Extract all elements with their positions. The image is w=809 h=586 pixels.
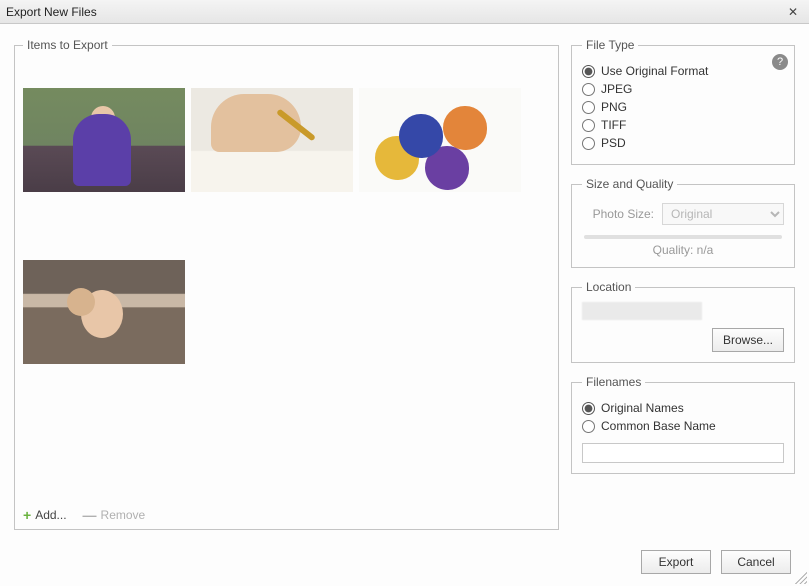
cancel-button[interactable]: Cancel — [721, 550, 791, 574]
quality-slider — [584, 235, 782, 239]
filenames-legend: Filenames — [582, 375, 645, 389]
items-actions: + Add... — Remove — [23, 501, 548, 523]
location-group: Location Browse... — [571, 280, 795, 363]
radio-label: JPEG — [601, 82, 632, 96]
radio-label: Original Names — [601, 401, 684, 415]
common-base-name-input[interactable] — [582, 443, 784, 463]
close-icon: ✕ — [788, 5, 798, 19]
filenames-group: Filenames Original Names Common Base Nam… — [571, 375, 795, 474]
export-thumbnail[interactable] — [191, 88, 353, 192]
radio-input[interactable] — [582, 137, 595, 150]
file-type-option-original[interactable]: Use Original Format — [582, 64, 784, 78]
export-thumbnail[interactable] — [359, 88, 521, 192]
radio-label: PNG — [601, 100, 627, 114]
radio-label: Common Base Name — [601, 419, 716, 433]
help-icon[interactable]: ? — [772, 54, 788, 70]
location-path — [582, 302, 702, 320]
remove-label: Remove — [101, 508, 146, 522]
titlebar: Export New Files ✕ — [0, 0, 809, 24]
export-thumbnail[interactable] — [23, 88, 185, 192]
radio-input[interactable] — [582, 101, 595, 114]
plus-icon: + — [23, 507, 31, 523]
file-type-group: File Type ? Use Original Format JPEG PNG… — [571, 38, 795, 165]
radio-input[interactable] — [582, 119, 595, 132]
close-button[interactable]: ✕ — [783, 3, 803, 21]
size-and-quality-group: Size and Quality Photo Size: Original Qu… — [571, 177, 795, 268]
add-label: Add... — [35, 508, 66, 522]
radio-input[interactable] — [582, 65, 595, 78]
quality-label: Quality: n/a — [582, 243, 784, 257]
left-panel: Items to Export + Add... — Remove — [14, 38, 559, 530]
file-type-option-tiff[interactable]: TIFF — [582, 118, 784, 132]
export-button[interactable]: Export — [641, 550, 711, 574]
thumbnail-grid — [23, 60, 548, 501]
add-items-button[interactable]: + Add... — [23, 507, 67, 523]
photo-size-label: Photo Size: — [582, 207, 654, 221]
dialog-content: Items to Export + Add... — Remove Fi — [0, 24, 809, 538]
radio-label: PSD — [601, 136, 626, 150]
resize-grip[interactable] — [795, 572, 807, 584]
export-thumbnail[interactable] — [23, 260, 185, 364]
minus-icon: — — [83, 507, 97, 523]
radio-input[interactable] — [582, 83, 595, 96]
radio-input[interactable] — [582, 402, 595, 415]
items-legend: Items to Export — [23, 38, 112, 52]
remove-items-button: — Remove — [83, 507, 146, 523]
file-type-option-jpeg[interactable]: JPEG — [582, 82, 784, 96]
file-type-option-psd[interactable]: PSD — [582, 136, 784, 150]
size-quality-legend: Size and Quality — [582, 177, 677, 191]
location-legend: Location — [582, 280, 635, 294]
items-to-export-group: Items to Export + Add... — Remove — [14, 38, 559, 530]
dialog-footer: Export Cancel — [0, 538, 809, 586]
radio-label: TIFF — [601, 118, 626, 132]
file-type-legend: File Type — [582, 38, 638, 52]
right-panel: File Type ? Use Original Format JPEG PNG… — [571, 38, 795, 530]
radio-label: Use Original Format — [601, 64, 708, 78]
window-title: Export New Files — [6, 5, 783, 19]
filenames-option-original[interactable]: Original Names — [582, 401, 784, 415]
photo-size-select: Original — [662, 203, 784, 225]
filenames-option-common[interactable]: Common Base Name — [582, 419, 784, 433]
radio-input[interactable] — [582, 420, 595, 433]
file-type-option-png[interactable]: PNG — [582, 100, 784, 114]
browse-button[interactable]: Browse... — [712, 328, 784, 352]
